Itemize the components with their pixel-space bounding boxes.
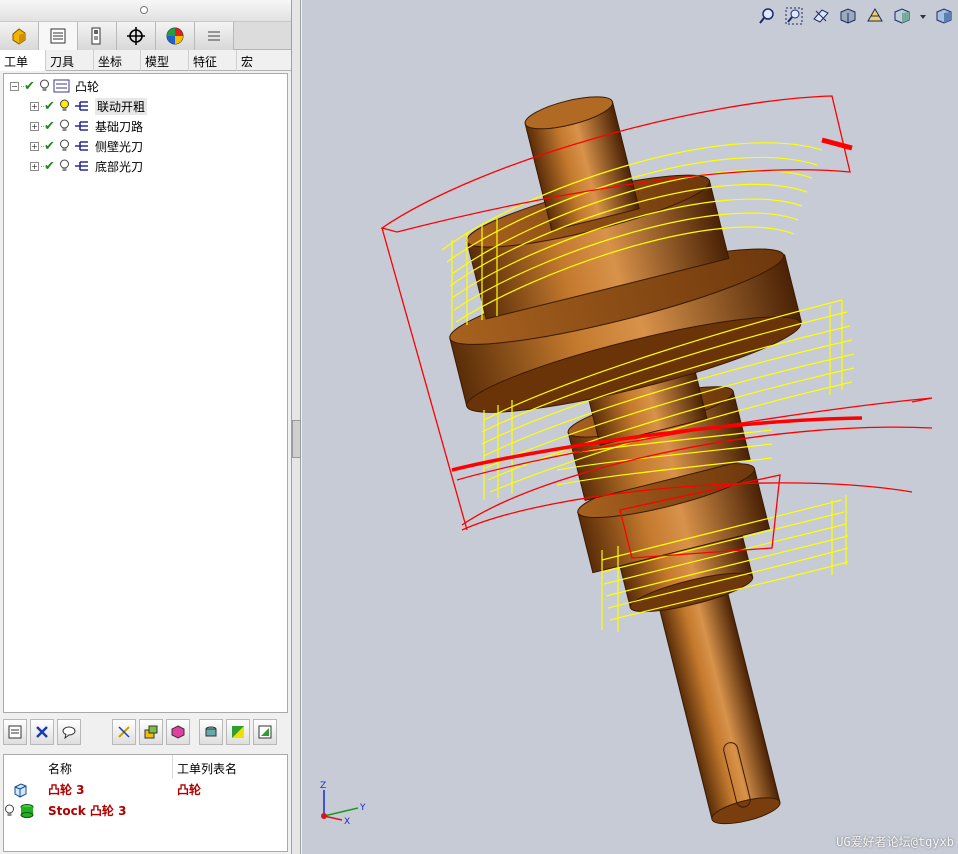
column-list-name[interactable]: 工单列表名	[173, 755, 237, 779]
operation-list: 名称 工单列表名 凸轮 3 凸轮 Stock 凸轮 3	[3, 754, 288, 852]
expand-icon[interactable]: +	[30, 121, 39, 131]
operation-toolbar	[3, 716, 288, 748]
toolpath-icon	[75, 121, 88, 131]
tab-features[interactable]: 特征	[189, 50, 237, 71]
operation-list-icon[interactable]	[39, 22, 78, 50]
list-item[interactable]: Stock 凸轮 3	[4, 800, 287, 821]
column-name[interactable]: 名称	[46, 755, 173, 779]
op-name: Stock 凸轮 3	[48, 804, 127, 818]
tree-root[interactable]: − ✔ 凸轮	[4, 76, 287, 96]
op-list-name: 凸轮	[177, 783, 202, 797]
splitter-handle[interactable]	[292, 420, 301, 458]
tree-item-label: 基础刀路	[95, 119, 144, 134]
view-toolbar	[757, 6, 954, 26]
cam-part-icon[interactable]	[0, 22, 39, 50]
stack-button[interactable]	[139, 719, 163, 745]
lightbulb-icon[interactable]	[59, 119, 70, 133]
graphics-viewport[interactable]: Z Y X UG爱好者论坛@tgyxb	[302, 0, 958, 854]
tree-item-label: 侧壁光刀	[95, 139, 144, 154]
y-axis-line	[323, 807, 359, 817]
tree-root-label: 凸轮	[75, 79, 100, 94]
operation-tree: − ✔ 凸轮 + ✔ 联动开粗 + ✔ 基础刀路 + ✔ 侧壁光刀 + ✔ 底部…	[3, 73, 288, 713]
app-window: 工单 刀具 坐标 模型 特征 宏 − ✔ 凸轮 + ✔ 联动开粗 + ✔ 基础刀…	[0, 0, 958, 854]
axis-triad: Z Y X	[320, 781, 366, 826]
comment-button[interactable]	[57, 719, 81, 745]
collapse-icon[interactable]: −	[10, 81, 19, 91]
check-icon: ✔	[44, 98, 55, 114]
lightbulb-on-icon[interactable]	[59, 99, 70, 113]
y-axis-label: Y	[359, 803, 366, 813]
toolpath-icon	[75, 161, 88, 171]
ops-list-header: 名称 工单列表名	[4, 755, 287, 779]
menu-lines-icon[interactable]	[195, 22, 234, 50]
zoom-fit-icon[interactable]	[784, 6, 804, 26]
stock-button[interactable]	[166, 719, 190, 745]
tree-item-label: 联动开粗	[95, 97, 148, 115]
check-icon: ✔	[44, 138, 55, 154]
check-icon: ✔	[44, 118, 55, 134]
expand-icon[interactable]: +	[30, 101, 39, 111]
new-list-button[interactable]	[3, 719, 27, 745]
chevron-down-icon[interactable]	[919, 6, 927, 26]
view-cube-icon[interactable]	[934, 6, 954, 26]
crosshair-icon[interactable]	[117, 22, 156, 50]
tab-coordinates[interactable]: 坐标	[94, 50, 141, 71]
tool-list-icon[interactable]	[78, 22, 117, 50]
op-name: 凸轮 3	[48, 783, 85, 797]
toolpath-icon	[75, 101, 88, 111]
expand-icon[interactable]: +	[30, 141, 39, 151]
lightbulb-icon[interactable]	[4, 804, 15, 818]
cam-scene	[380, 95, 933, 825]
origin-dot	[321, 813, 327, 819]
text-tab-bar: 工单 刀具 坐标 模型 特征 宏	[0, 50, 291, 71]
stock-cylinder-icon	[20, 803, 34, 818]
verify-button[interactable]	[226, 719, 250, 745]
tab-macro[interactable]: 宏	[237, 50, 285, 71]
wand-button[interactable]	[112, 719, 136, 745]
expand-icon[interactable]: +	[30, 161, 39, 171]
x-axis-label: X	[344, 817, 350, 826]
view-style-icon[interactable]	[838, 6, 858, 26]
lightbulb-icon[interactable]	[59, 139, 70, 153]
cam-manager-panel: 工单 刀具 坐标 模型 特征 宏 − ✔ 凸轮 + ✔ 联动开粗 + ✔ 基础刀…	[0, 0, 292, 854]
panel-splitter[interactable]	[292, 0, 301, 854]
sectioning-icon[interactable]	[811, 6, 831, 26]
display-mode-icon[interactable]	[892, 6, 912, 26]
lightbulb-icon[interactable]	[39, 79, 50, 93]
zoom-icon[interactable]	[757, 6, 777, 26]
panel-grip[interactable]	[0, 0, 291, 22]
tab-tools[interactable]: 刀具	[46, 50, 94, 71]
z-axis-label: Z	[320, 781, 326, 791]
shading-icon[interactable]	[865, 6, 885, 26]
icon-tab-bar	[0, 22, 291, 50]
delete-button[interactable]	[30, 719, 54, 745]
color-wheel-icon[interactable]	[156, 22, 195, 50]
tab-work-order[interactable]: 工单	[0, 50, 46, 71]
work-order-icon	[53, 79, 70, 93]
tree-item[interactable]: + ✔ 侧壁光刀	[4, 136, 287, 156]
tree-item[interactable]: + ✔ 基础刀路	[4, 116, 287, 136]
toolpath-icon	[75, 141, 88, 151]
post-button[interactable]	[253, 719, 277, 745]
tree-item[interactable]: + ✔ 联动开粗	[4, 96, 287, 116]
lightbulb-icon[interactable]	[59, 159, 70, 173]
check-icon: ✔	[44, 158, 55, 174]
watermark: UG爱好者论坛@tgyxb	[836, 835, 954, 849]
check-icon: ✔	[24, 78, 35, 94]
part-box-icon	[14, 782, 27, 798]
list-item[interactable]: 凸轮 3 凸轮	[4, 779, 287, 800]
tree-item-label: 底部光刀	[95, 159, 144, 174]
simulate-button[interactable]	[199, 719, 223, 745]
tab-model[interactable]: 模型	[141, 50, 189, 71]
tree-item[interactable]: + ✔ 底部光刀	[4, 156, 287, 176]
